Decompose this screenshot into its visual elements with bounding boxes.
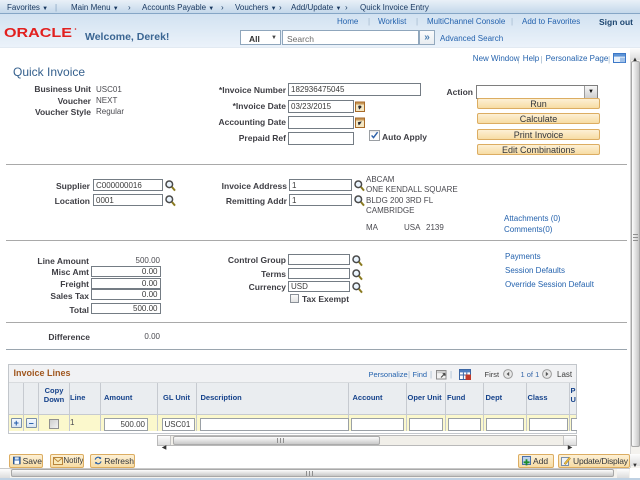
svg-text:ORACLE: ORACLE (4, 27, 72, 39)
